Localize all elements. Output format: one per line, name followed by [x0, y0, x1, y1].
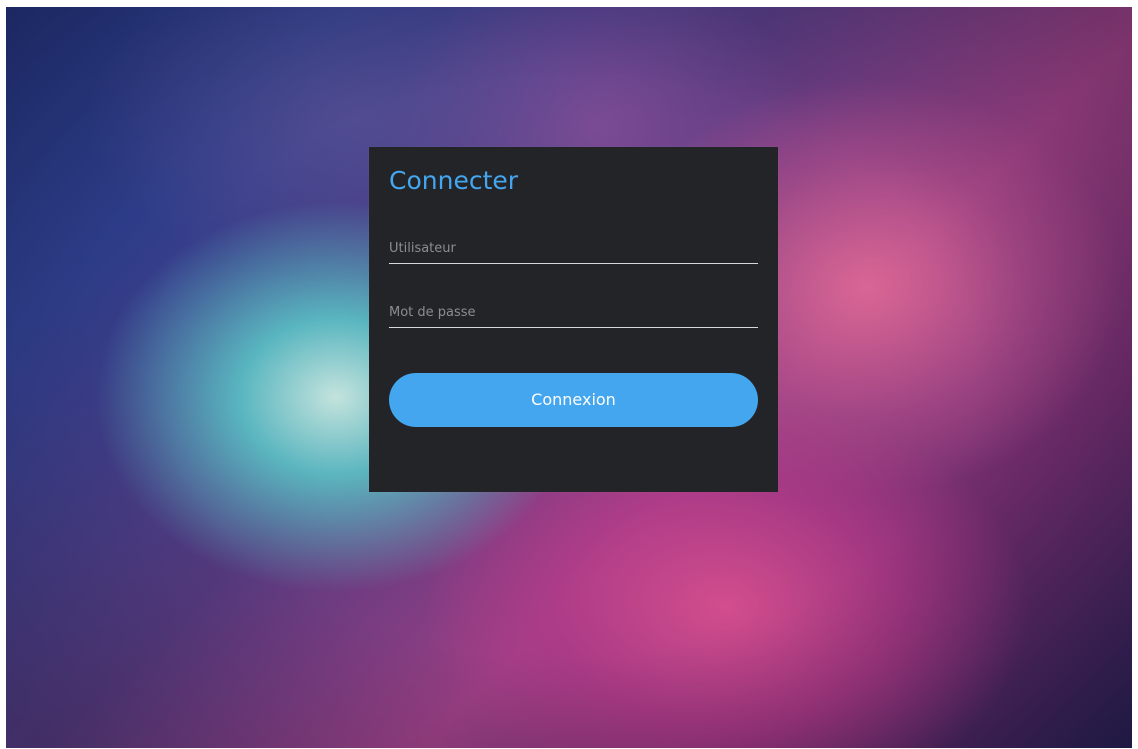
- username-field: [389, 224, 758, 264]
- username-input[interactable]: [389, 234, 758, 264]
- login-panel: Connecter Connexion: [369, 147, 778, 492]
- password-input[interactable]: [389, 298, 758, 328]
- login-button[interactable]: Connexion: [389, 373, 758, 427]
- login-screen: Connecter Connexion: [6, 7, 1132, 748]
- login-title: Connecter: [389, 166, 519, 195]
- password-field: [389, 288, 758, 328]
